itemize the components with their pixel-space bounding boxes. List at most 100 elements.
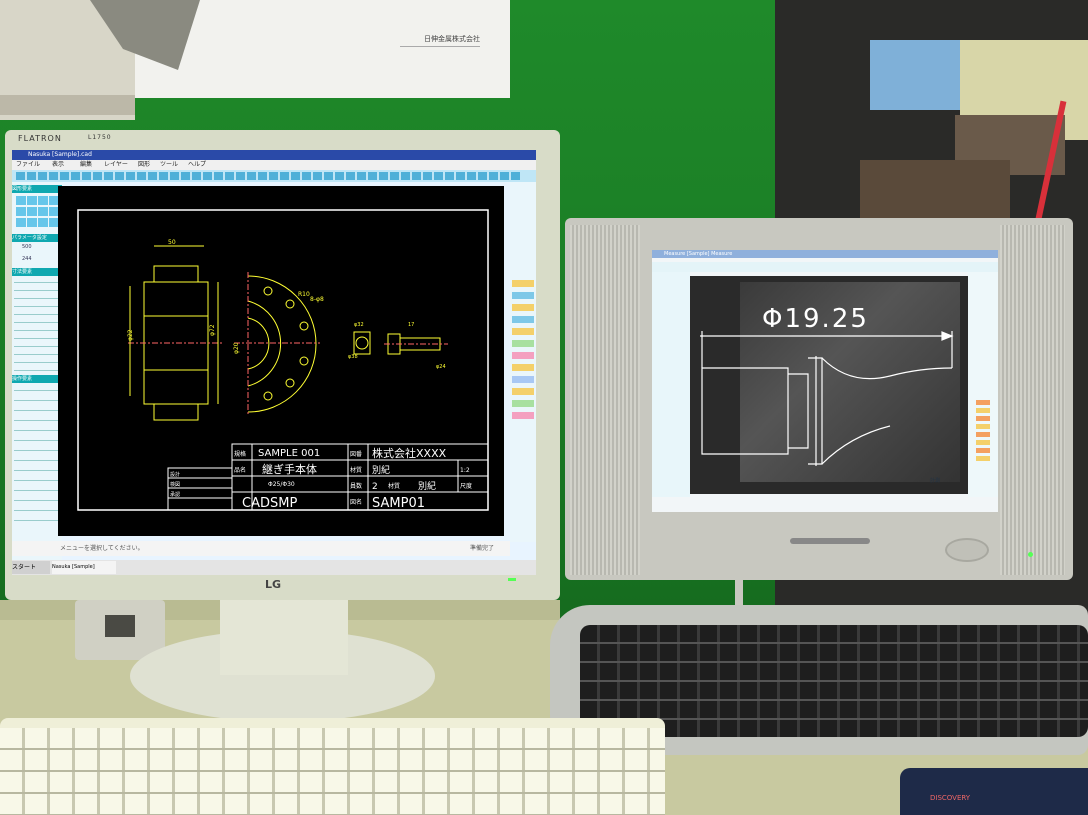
- toolbar-button[interactable]: [148, 172, 157, 180]
- measure-side-item[interactable]: [976, 416, 990, 421]
- side-tool-button[interactable]: [16, 218, 26, 227]
- toolbar-button[interactable]: [16, 172, 25, 180]
- toolbar-button[interactable]: [401, 172, 410, 180]
- side-tool-button[interactable]: [27, 196, 37, 205]
- side-tool-button[interactable]: [16, 207, 26, 216]
- side-list-line: [14, 520, 58, 521]
- menu-edit[interactable]: 編集: [80, 160, 92, 170]
- menu-file[interactable]: ファイル: [16, 160, 40, 170]
- toolbar-button[interactable]: [291, 172, 300, 180]
- tb-scale-label: 尺度: [460, 482, 472, 490]
- toolbar-button[interactable]: [159, 172, 168, 180]
- right-panel-item[interactable]: [512, 352, 534, 359]
- measure-side-item[interactable]: [976, 448, 990, 453]
- side-tool-button[interactable]: [27, 207, 37, 216]
- toolbar-button[interactable]: [258, 172, 267, 180]
- side-tool-button[interactable]: [27, 218, 37, 227]
- side-tool-button[interactable]: [38, 196, 48, 205]
- right-panel-item[interactable]: [512, 292, 534, 299]
- toolbar-button[interactable]: [412, 172, 421, 180]
- toolbar-button[interactable]: [93, 172, 102, 180]
- toolbar-button[interactable]: [60, 172, 69, 180]
- right-panel-item[interactable]: [512, 328, 534, 335]
- toolbar-button[interactable]: [104, 172, 113, 180]
- toolbar-button[interactable]: [313, 172, 322, 180]
- toolbar-button[interactable]: [456, 172, 465, 180]
- measure-arrow: [941, 331, 954, 341]
- toolbar-button[interactable]: [126, 172, 135, 180]
- menu-help[interactable]: ヘルプ: [188, 160, 206, 170]
- measure-side-item[interactable]: [976, 432, 990, 437]
- toolbar-button[interactable]: [269, 172, 278, 180]
- toolbar-button[interactable]: [236, 172, 245, 180]
- toolbar-button[interactable]: [478, 172, 487, 180]
- right-panel-item[interactable]: [512, 304, 534, 311]
- right-panel-item[interactable]: [512, 340, 534, 347]
- toolbar-button[interactable]: [357, 172, 366, 180]
- toolbar-button[interactable]: [511, 172, 520, 180]
- side-value-2[interactable]: 244: [22, 256, 32, 262]
- menu-tools[interactable]: ツール: [160, 160, 178, 170]
- toolbar-button[interactable]: [346, 172, 355, 180]
- right-panel-item[interactable]: [512, 316, 534, 323]
- toolbar-button[interactable]: [434, 172, 443, 180]
- toolbar-button[interactable]: [181, 172, 190, 180]
- toolbar-button[interactable]: [137, 172, 146, 180]
- toolbar-button[interactable]: [335, 172, 344, 180]
- dim-top: 50: [168, 239, 176, 246]
- window: [870, 40, 960, 110]
- toolbar-button[interactable]: [302, 172, 311, 180]
- toolbar-button[interactable]: [71, 172, 80, 180]
- toolbar-button[interactable]: [280, 172, 289, 180]
- measure-side-item[interactable]: [976, 456, 990, 461]
- cad-drawing-canvas[interactable]: φ22 φ72 50 φ20 8-φ8 R10 φ32 17 φ24 φ38 規…: [58, 186, 504, 536]
- left-monitor-brand: FLATRON: [18, 134, 62, 143]
- toolbar-button[interactable]: [500, 172, 509, 180]
- toolbar-button[interactable]: [368, 172, 377, 180]
- toolbar-button[interactable]: [214, 172, 223, 180]
- toolbar-button[interactable]: [379, 172, 388, 180]
- menu-layer[interactable]: レイヤー: [104, 160, 128, 170]
- measure-side-item[interactable]: [976, 408, 990, 413]
- part-shoulder: [788, 373, 809, 449]
- right-panel-item[interactable]: [512, 412, 534, 419]
- right-monitor-power-button[interactable]: [945, 538, 989, 562]
- toolbar-button[interactable]: [203, 172, 212, 180]
- measure-side-item[interactable]: [976, 424, 990, 429]
- side-tool-button[interactable]: [16, 196, 26, 205]
- toolbar-button[interactable]: [390, 172, 399, 180]
- start-button[interactable]: スタート: [12, 561, 50, 574]
- toolbar-button[interactable]: [27, 172, 36, 180]
- toolbar-button[interactable]: [324, 172, 333, 180]
- side-list-line: [14, 450, 58, 451]
- right-panel-item[interactable]: [512, 376, 534, 383]
- toolbar-button[interactable]: [423, 172, 432, 180]
- toolbar-button[interactable]: [445, 172, 454, 180]
- toolbar-button[interactable]: [38, 172, 47, 180]
- right-panel-item[interactable]: [512, 388, 534, 395]
- right-panel-item[interactable]: [512, 400, 534, 407]
- toolbar-button[interactable]: [49, 172, 58, 180]
- menu-shape[interactable]: 図形: [138, 160, 150, 170]
- toolbar-button[interactable]: [192, 172, 201, 180]
- measure-side-item[interactable]: [976, 400, 990, 405]
- toolbar-button[interactable]: [247, 172, 256, 180]
- right-panel-item[interactable]: [512, 364, 534, 371]
- toolbar-button[interactable]: [82, 172, 91, 180]
- taskbar-item-cad[interactable]: Nasuka [Sample]: [52, 561, 116, 574]
- toolbar-button[interactable]: [467, 172, 476, 180]
- toolbar-button[interactable]: [489, 172, 498, 180]
- tb-zaishitsu-value: 別紀: [418, 480, 436, 492]
- toolbar-button[interactable]: [225, 172, 234, 180]
- measure-toolbar: [652, 262, 998, 272]
- toolbar-button[interactable]: [170, 172, 179, 180]
- side-tool-button[interactable]: [38, 218, 48, 227]
- menu-view[interactable]: 表示: [52, 160, 64, 170]
- side-value-1[interactable]: 500: [22, 244, 32, 250]
- side-tool-button[interactable]: [38, 207, 48, 216]
- right-panel-item[interactable]: [512, 280, 534, 287]
- part-curve-top: [821, 357, 953, 380]
- measure-side-item[interactable]: [976, 440, 990, 445]
- toolbar-button[interactable]: [115, 172, 124, 180]
- side-list-line: [14, 298, 58, 299]
